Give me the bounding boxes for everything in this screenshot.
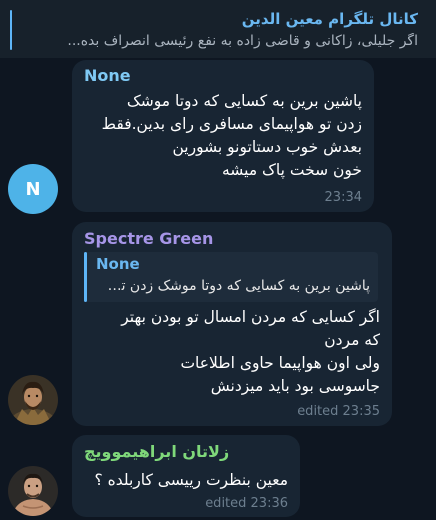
message-time: edited 23:35: [297, 404, 380, 419]
message-time: 23:34: [324, 190, 362, 205]
pinned-message-bar[interactable]: کانال تلگرام معین الدین اگر جلیلی، زاکان…: [0, 0, 436, 58]
message-line: معین بنظرت رییسی کاربلده ؟: [94, 471, 288, 489]
message-bubble[interactable]: Spectre Green None پاشین برین به کسایی ک…: [72, 222, 392, 426]
pinned-channel-title: کانال تلگرام معین الدین: [241, 10, 418, 28]
athlete-avatar-icon: [8, 466, 58, 516]
pinned-indicator: [10, 10, 12, 50]
reply-quote-sender: None: [96, 255, 140, 273]
message-sender[interactable]: None: [84, 66, 131, 85]
pinned-message-preview: اگر جلیلی، زاکانی و قاضی زاده به نفع رئی…: [67, 33, 418, 49]
message-bubble[interactable]: زلاتان ابراهیموویچ معین بنظرت رییسی کارب…: [72, 435, 300, 517]
message-text: اگر کسایی که مردن امسال تو بودن بهتر که …: [84, 306, 380, 398]
message-line: ولی اون هواپیما حاوی اطلاعات: [180, 354, 380, 372]
message-text: پاشین برین به کسایی که دوتا موشک زدن تو …: [82, 90, 362, 182]
message-line: خون سخت پاک میشه: [222, 161, 362, 179]
message-line: زدن تو هواپیمای مسافری رای بدین.فقط: [101, 115, 362, 133]
avatar[interactable]: N: [8, 164, 58, 214]
message-line: جاسوسی بود باید میزدنش: [210, 377, 380, 395]
message-sender[interactable]: Spectre Green: [84, 229, 213, 248]
message-line: پاشین برین به کسایی که دوتا موشک: [126, 92, 362, 110]
message-line: که مردن: [324, 331, 380, 349]
message-bubble[interactable]: None پاشین برین به کسایی که دوتا موشک زد…: [72, 60, 374, 212]
message-line: اگر کسایی که مردن امسال تو بودن بهتر: [121, 308, 380, 326]
message-time: edited 23:36: [205, 496, 288, 511]
reply-quote[interactable]: None پاشین برین به کسایی که دوتا موشک زد…: [84, 252, 378, 302]
avatar[interactable]: [8, 466, 58, 516]
reply-quote-text: پاشین برین به کسایی که دوتا موشک زدن تو.…: [102, 278, 370, 294]
message-sender[interactable]: زلاتان ابراهیموویچ: [84, 442, 229, 461]
avatar[interactable]: [8, 375, 58, 425]
reply-quote-bar: [84, 252, 87, 302]
message-line: بعدش خوب دستاتونو بشورین: [172, 138, 363, 156]
message-text: معین بنظرت رییسی کاربلده ؟: [82, 469, 288, 492]
avatar-initial: N: [25, 178, 41, 200]
warrior-avatar-icon: [8, 375, 58, 425]
